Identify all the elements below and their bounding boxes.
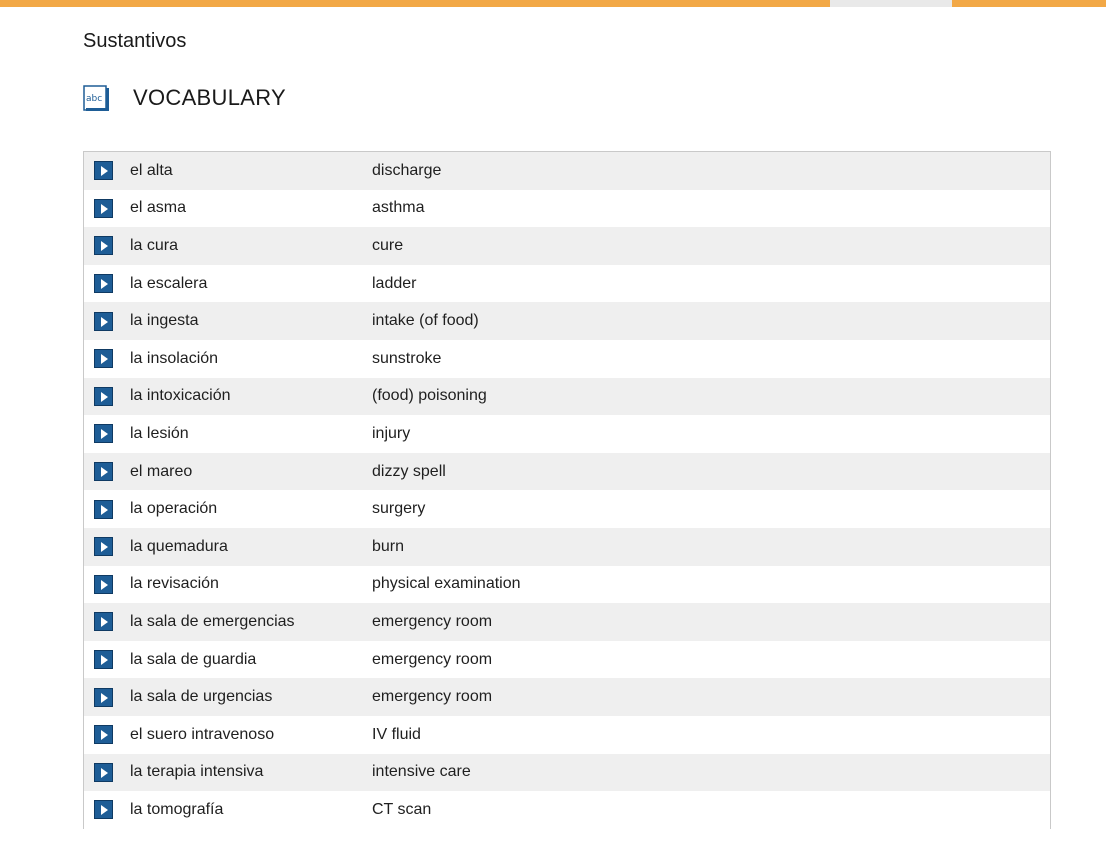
vocabulary-term: la sala de emergencias [130,612,295,630]
abc-icon-text: abc [86,94,102,104]
vocabulary-term: la sala de guardia [130,650,257,668]
play-audio-button[interactable] [94,574,113,594]
play-audio-button[interactable] [94,462,113,482]
play-audio-button[interactable] [94,349,113,369]
vocabulary-translation: CT scan [372,800,432,818]
vocabulary-term: la intoxicación [130,387,231,405]
vocabulary-translation: emergency room [372,688,493,706]
vocabulary-translation: sunstroke [372,349,442,367]
vocabulary-row: la operación surgery [84,490,1050,528]
vocabulary-term: el alta [130,161,173,179]
vocabulary-row: la intoxicación (food) poisoning [84,377,1050,416]
vocabulary-row: la sala de emergencias emergency room [84,603,1050,641]
vocabulary-term: la terapia intensiva [130,763,264,781]
vocabulary-row: la revisación physical examination [84,565,1050,604]
vocabulary-translation: surgery [372,500,426,518]
vocabulary-table: el alta discharge el asma asthma la cura cure… [83,151,1051,829]
vocabulary-term: la operación [130,500,218,518]
vocabulary-term: la tomografía [130,800,224,818]
vocabulary-term: la ingesta [130,312,199,330]
play-audio-button[interactable] [94,537,113,557]
play-audio-button[interactable] [94,800,113,820]
vocabulary-term: la quemadura [130,537,228,555]
vocabulary-translation: emergency room [372,612,493,630]
vocabulary-row: la ingesta intake (of food) [84,302,1050,340]
vocabulary-term: la insolación [130,349,219,367]
vocabulary-term: el mareo [130,462,193,480]
play-audio-button[interactable] [94,274,113,294]
vocabulary-translation: (food) poisoning [372,387,487,405]
play-audio-button[interactable] [94,650,113,670]
vocabulary-heading: VOCABULARY [133,85,286,110]
play-audio-button[interactable] [94,236,113,256]
vocabulary-translation: ladder [372,274,417,292]
vocabulary-row: el mareo dizzy spell [84,452,1050,491]
vocabulary-row: la escalera ladder [84,264,1050,303]
play-audio-button[interactable] [94,198,113,218]
vocabulary-translation: physical examination [372,575,521,593]
vocabulary-translation: discharge [372,161,442,179]
vocabulary-row: la tomografía CT scan [84,791,1050,829]
vocabulary-translation: cure [372,236,404,254]
section-title: Sustantivos [83,30,187,52]
top-accent-bar-gap [830,0,952,7]
play-audio-button[interactable] [94,612,113,632]
vocabulary-row: la lesión injury [84,415,1050,453]
vocabulary-translation: intensive care [372,763,471,781]
vocabulary-translation: dizzy spell [372,462,446,480]
vocabulary-term: el asma [130,199,187,217]
vocabulary-row: la sala de guardia emergency room [84,640,1050,679]
play-audio-button[interactable] [94,386,113,406]
vocabulary-term: la lesión [130,424,189,442]
vocabulary-translation: injury [372,424,411,442]
play-audio-button[interactable] [94,725,113,745]
vocabulary-translation: intake (of food) [372,312,479,330]
vocabulary-row: la cura cure [84,227,1050,265]
vocabulary-row: la insolación sunstroke [84,339,1050,378]
vocabulary-row: el asma asthma [84,189,1050,228]
vocabulary-term: la sala de urgencias [130,688,273,706]
vocabulary-row: el suero intravenoso IV fluid [84,715,1050,754]
vocabulary-row: la quemadura burn [84,527,1050,566]
vocabulary-term: el suero intravenoso [130,725,275,743]
play-audio-button[interactable] [94,161,113,181]
vocabulary-row: la terapia intensiva intensive care [84,753,1050,792]
play-audio-button[interactable] [94,424,113,444]
vocabulary-translation: emergency room [372,650,493,668]
vocabulary-term: la escalera [130,274,208,292]
play-audio-button[interactable] [94,762,113,782]
vocabulary-header: abc VOCABULARY [83,82,286,114]
play-audio-button[interactable] [94,311,113,331]
abc-book-icon: abc [83,84,110,112]
vocabulary-row: la sala de urgencias emergency room [84,678,1050,716]
vocabulary-row: el alta discharge [84,152,1050,190]
vocabulary-translation: IV fluid [372,725,421,743]
vocabulary-term: la revisación [130,575,219,593]
vocabulary-translation: burn [372,537,405,555]
vocabulary-translation: asthma [372,199,425,217]
play-audio-button[interactable] [94,687,113,707]
vocabulary-term: la cura [130,236,179,254]
play-audio-button[interactable] [94,499,113,519]
